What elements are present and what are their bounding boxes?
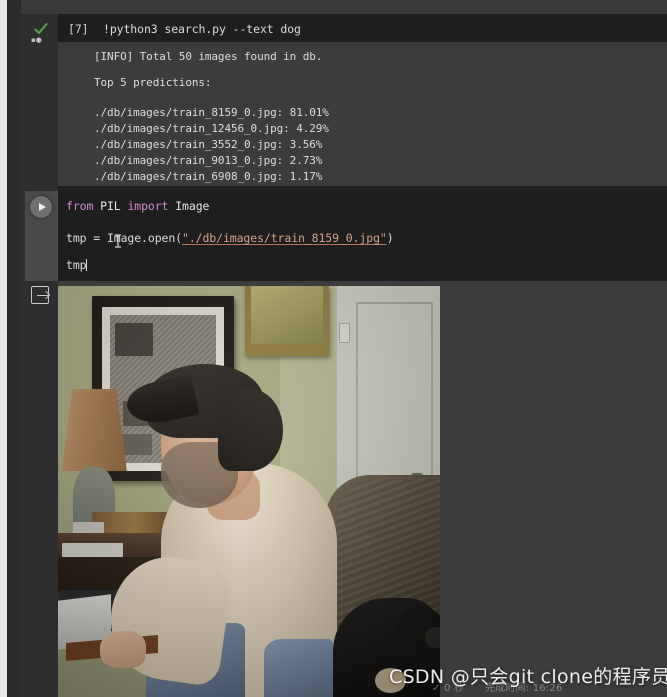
mouse-text-cursor — [114, 234, 122, 248]
window-left-edge — [0, 0, 7, 697]
photo-person-jeans-right — [264, 639, 334, 697]
identifier-tmp: tmp — [66, 258, 87, 272]
photo-person-hand — [100, 631, 146, 669]
window-left-rail — [7, 0, 21, 697]
code-image-path-string[interactable]: "./db/images/train_8159_0.jpg" — [182, 231, 387, 245]
keyword-from: from — [66, 199, 94, 213]
top-strip — [0, 0, 667, 14]
output-line-prediction-4: ./db/images/train_9013_0.jpg: 2.73% — [94, 154, 323, 167]
cell-1-input[interactable]: [7] !python3 search.py --text dog — [58, 14, 667, 42]
output-line-heading: Top 5 predictions: — [94, 76, 212, 89]
cell-1-output: [INFO] Total 50 images found in db. Top … — [58, 42, 667, 186]
identifier-image: Image — [175, 199, 210, 213]
output-line-prediction-2: ./db/images/train_12456_0.jpg: 4.29% — [94, 122, 329, 135]
photo-light-switch — [338, 322, 350, 343]
photo-canvas — [58, 286, 440, 697]
photo-person-cap-back — [218, 388, 284, 471]
output-line-prediction-1: ./db/images/train_8159_0.jpg: 81.01% — [94, 106, 329, 119]
photo-picture-art-detail-3 — [121, 433, 152, 455]
cell-1-gutter-dots-icon: ▪● — [31, 36, 42, 44]
keyword-import: import — [127, 199, 169, 213]
notebook-root: ▪● [7] !python3 search.py --text dog [IN… — [0, 0, 667, 697]
csdn-watermark: CSDN @只会git clone的程序员 — [389, 666, 667, 688]
output-line-info: [INFO] Total 50 images found in db. — [94, 50, 323, 63]
code-open-prefix: tmp = Image.open( — [66, 231, 183, 245]
cell-1-status-check-icon — [33, 21, 49, 37]
code-line-tmp: tmp — [66, 258, 88, 272]
output-photo — [58, 286, 440, 697]
cell-1-command: !python3 search.py --text dog — [103, 22, 301, 36]
output-line-prediction-5: ./db/images/train_6908_0.jpg: 1.17% — [94, 170, 323, 183]
code-open-suffix: ) — [386, 231, 394, 245]
photo-picture-art-detail-1 — [115, 322, 154, 356]
run-cell-button[interactable] — [30, 196, 52, 218]
photo-gold-frame-art — [251, 286, 324, 344]
cell-1-prompt: [7] — [68, 22, 89, 36]
photo-lamp-shade — [61, 388, 127, 471]
module-pil: PIL — [100, 199, 121, 213]
output-line-prediction-3: ./db/images/train_3552_0.jpg: 3.56% — [94, 138, 323, 151]
cell-2-output-gutter — [21, 281, 58, 697]
cell-2-input[interactable]: from PIL import Image tmp = Image.open("… — [58, 186, 667, 281]
output-export-icon[interactable] — [31, 286, 49, 304]
photo-dog-snout — [424, 627, 440, 648]
code-line-import: from PIL import Image — [66, 199, 209, 213]
text-caret — [86, 259, 88, 271]
